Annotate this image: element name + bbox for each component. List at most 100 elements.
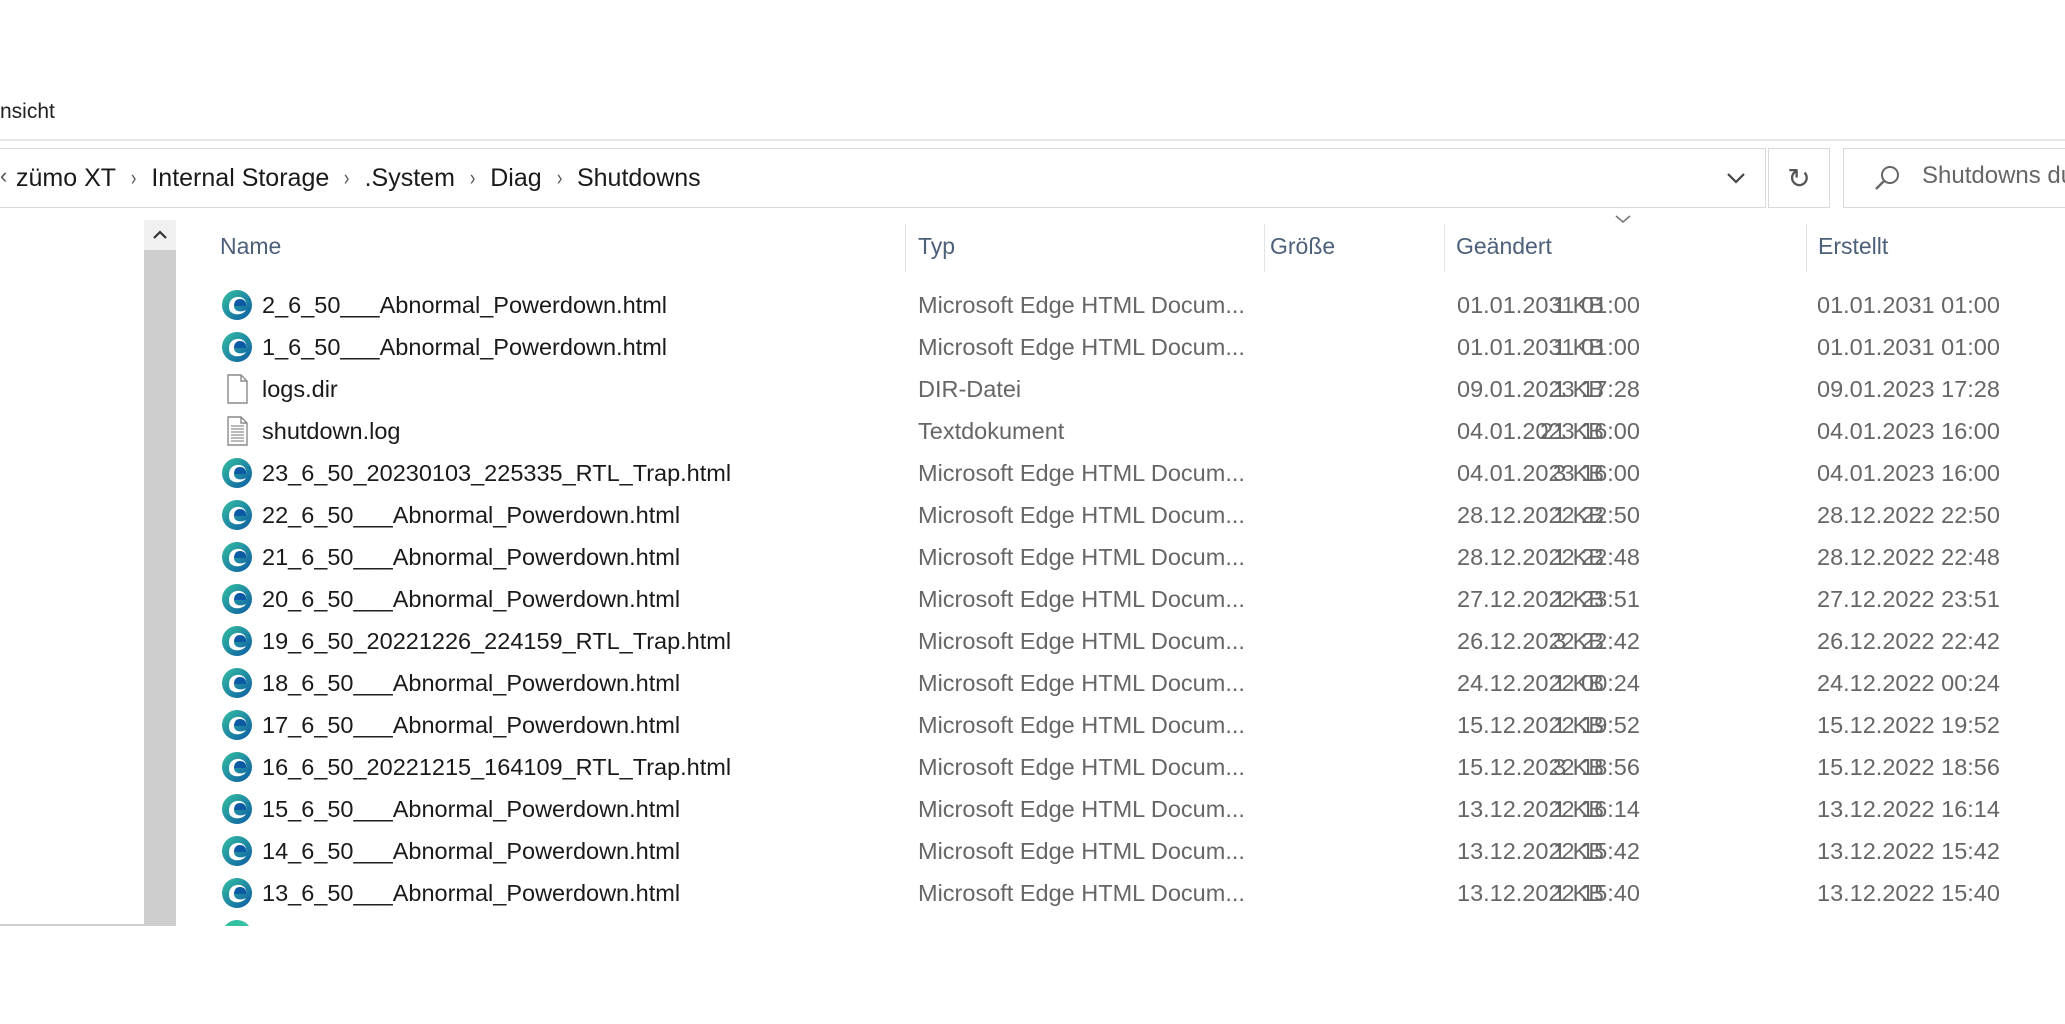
breadcrumb-chevron-icon[interactable]: › bbox=[557, 165, 562, 191]
column-header-size[interactable]: Größe bbox=[1240, 220, 1420, 272]
file-name[interactable]: 13_6_50___Abnormal_Powerdown.html bbox=[262, 872, 680, 914]
file-created: 28.12.2022 22:48 bbox=[1817, 544, 2000, 570]
column-header-modified[interactable]: Geändert bbox=[1418, 220, 1778, 272]
file-row[interactable]: 19_6_50_20221226_224159_RTL_Trap.html Mic… bbox=[176, 620, 2065, 662]
file-type: Microsoft Edge HTML Docum... bbox=[918, 292, 1245, 318]
file-name[interactable]: 2_6_50___Abnormal_Powerdown.html bbox=[262, 284, 667, 326]
breadcrumb-chevron-icon[interactable]: › bbox=[344, 165, 349, 191]
file-type: Microsoft Edge HTML Docum... bbox=[918, 334, 1245, 360]
file-modified: 26.12.2022 22:42 bbox=[1457, 628, 1640, 654]
address-history-dropdown[interactable] bbox=[1710, 149, 1762, 207]
column-header-name[interactable]: Name bbox=[176, 220, 906, 272]
file-type: Microsoft Edge HTML Docum... bbox=[918, 586, 1245, 612]
file-created: 01.01.2031 01:00 bbox=[1817, 334, 2000, 360]
file-type: Microsoft Edge HTML Docum... bbox=[918, 796, 1245, 822]
file-created: 28.12.2022 22:50 bbox=[1817, 502, 2000, 528]
file-created: 24.12.2022 00:24 bbox=[1817, 670, 2000, 696]
file-name[interactable]: 22_6_50___Abnormal_Powerdown.html bbox=[262, 494, 680, 536]
file-name[interactable]: 20_6_50___Abnormal_Powerdown.html bbox=[262, 578, 680, 620]
sort-descending-icon bbox=[1615, 215, 1631, 224]
edge-icon bbox=[220, 582, 254, 616]
file-list: 2_6_50___Abnormal_Powerdown.html Microsof… bbox=[176, 284, 2065, 914]
edge-icon bbox=[220, 792, 254, 826]
edge-icon bbox=[220, 918, 254, 926]
file-name[interactable]: 14_6_50___Abnormal_Powerdown.html bbox=[262, 830, 680, 872]
file-created: 09.01.2023 17:28 bbox=[1817, 376, 2000, 402]
edge-icon bbox=[220, 624, 254, 658]
refresh-button[interactable]: ↻ bbox=[1768, 148, 1830, 208]
edge-icon bbox=[220, 750, 254, 784]
edge-icon bbox=[220, 834, 254, 868]
file-type: Microsoft Edge HTML Docum... bbox=[918, 754, 1245, 780]
breadcrumb-item-zumo-xt[interactable]: zümo XT bbox=[16, 164, 116, 193]
file-row[interactable]: 20_6_50___Abnormal_Powerdown.html Microso… bbox=[176, 578, 2065, 620]
file-created: 04.01.2023 16:00 bbox=[1817, 418, 2000, 444]
file-row[interactable]: 14_6_50___Abnormal_Powerdown.html Microso… bbox=[176, 830, 2065, 872]
ribbon-divider bbox=[0, 139, 2065, 141]
file-created: 04.01.2023 16:00 bbox=[1817, 460, 2000, 486]
breadcrumb-item-system[interactable]: .System bbox=[365, 164, 455, 193]
breadcrumb-chevron-icon[interactable]: › bbox=[131, 165, 136, 191]
breadcrumb: › zümo XT › Internal Storage › .System ›… bbox=[16, 149, 701, 207]
navigation-pane[interactable] bbox=[0, 220, 144, 926]
file-row[interactable]: 16_6_50_20221215_164109_RTL_Trap.html Mic… bbox=[176, 746, 2065, 788]
file-name[interactable]: logs.dir bbox=[262, 368, 338, 410]
file-created: 26.12.2022 22:42 bbox=[1817, 628, 2000, 654]
file-row[interactable]: 22_6_50___Abnormal_Powerdown.html Microso… bbox=[176, 494, 2065, 536]
file-name[interactable]: 21_6_50___Abnormal_Powerdown.html bbox=[262, 536, 680, 578]
file-row[interactable]: 13_6_50___Abnormal_Powerdown.html Microso… bbox=[176, 872, 2065, 914]
file-type: Microsoft Edge HTML Docum... bbox=[918, 502, 1245, 528]
file-name[interactable]: 19_6_50_20221226_224159_RTL_Trap.html bbox=[262, 620, 731, 662]
file-row[interactable]: 17_6_50___Abnormal_Powerdown.html Microso… bbox=[176, 704, 2065, 746]
file-name[interactable]: 16_6_50_20221215_164109_RTL_Trap.html bbox=[262, 746, 731, 788]
file-name[interactable]: 18_6_50___Abnormal_Powerdown.html bbox=[262, 662, 680, 704]
file-name[interactable]: 17_6_50___Abnormal_Powerdown.html bbox=[262, 704, 680, 746]
file-modified: 01.01.2031 01:00 bbox=[1457, 334, 1640, 360]
breadcrumb-item-diag[interactable]: Diag bbox=[490, 164, 541, 193]
file-type: DIR-Datei bbox=[918, 376, 1022, 402]
file-row[interactable]: 21_6_50___Abnormal_Powerdown.html Microso… bbox=[176, 536, 2065, 578]
file-modified: 24.12.2022 00:24 bbox=[1457, 670, 1640, 696]
refresh-icon: ↻ bbox=[1787, 162, 1811, 194]
file-type: Microsoft Edge HTML Docum... bbox=[918, 880, 1245, 906]
file-modified: 15.12.2022 18:56 bbox=[1457, 754, 1640, 780]
file-name[interactable]: 1_6_50___Abnormal_Powerdown.html bbox=[262, 326, 667, 368]
file-row[interactable]: logs.dir DIR-Datei 1 KB 09.01.2023 17:28 09.… bbox=[176, 368, 2065, 410]
file-row[interactable]: 23_6_50_20230103_225335_RTL_Trap.html Mic… bbox=[176, 452, 2065, 494]
search-box[interactable] bbox=[1843, 148, 2065, 208]
breadcrumb-item-internal-storage[interactable]: Internal Storage bbox=[151, 164, 329, 193]
file-created: 13.12.2022 15:42 bbox=[1817, 838, 2000, 864]
file-row[interactable]: 1_6_50___Abnormal_Powerdown.html Microsof… bbox=[176, 326, 2065, 368]
file-type: Microsoft Edge HTML Docum... bbox=[918, 628, 1245, 654]
file-created: 13.12.2022 16:14 bbox=[1817, 796, 2000, 822]
file-created: 15.12.2022 19:52 bbox=[1817, 712, 2000, 738]
file-name[interactable]: shutdown.log bbox=[262, 410, 401, 452]
breadcrumb-overflow-chevron-icon[interactable]: ‹ bbox=[0, 163, 7, 189]
scroll-up-button[interactable] bbox=[144, 220, 176, 250]
column-header-created[interactable]: Erstellt bbox=[1778, 220, 2065, 272]
file-type: Microsoft Edge HTML Docum... bbox=[918, 838, 1245, 864]
file-row[interactable]: 2_6_50___Abnormal_Powerdown.html Microsof… bbox=[176, 284, 2065, 326]
column-header-type[interactable]: Typ bbox=[874, 220, 1234, 272]
column-header-row: Name Typ Größe Geändert Erstellt bbox=[176, 220, 2065, 272]
breadcrumb-chevron-icon[interactable]: › bbox=[470, 165, 475, 191]
search-input[interactable] bbox=[1922, 162, 2065, 190]
file-row[interactable]: shutdown.log Textdokument 21 KB 04.01.2023 … bbox=[176, 410, 2065, 452]
file-modified: 13.12.2022 15:40 bbox=[1457, 880, 1640, 906]
file-name[interactable]: 23_6_50_20230103_225335_RTL_Trap.html bbox=[262, 452, 731, 494]
chevron-up-icon bbox=[153, 230, 167, 239]
file-created: 01.01.2031 01:00 bbox=[1817, 292, 2000, 318]
file-modified: 13.12.2022 15:42 bbox=[1457, 838, 1640, 864]
file-modified: 13.12.2022 16:14 bbox=[1457, 796, 1640, 822]
file-type: Textdokument bbox=[918, 418, 1065, 444]
breadcrumb-item-shutdowns[interactable]: Shutdowns bbox=[577, 164, 701, 193]
search-icon bbox=[1875, 166, 1899, 190]
edge-icon bbox=[220, 456, 254, 490]
address-bar[interactable]: ‹ › zümo XT › Internal Storage › .System… bbox=[0, 148, 1766, 208]
navigation-scrollbar[interactable] bbox=[144, 220, 176, 926]
file-row[interactable]: 18_6_50___Abnormal_Powerdown.html Microso… bbox=[176, 662, 2065, 704]
ribbon-tab-view[interactable]: nsicht bbox=[0, 100, 55, 124]
file-row[interactable]: 15_6_50___Abnormal_Powerdown.html Microso… bbox=[176, 788, 2065, 830]
file-modified: 09.01.2023 17:28 bbox=[1457, 376, 1640, 402]
file-name[interactable]: 15_6_50___Abnormal_Powerdown.html bbox=[262, 788, 680, 830]
